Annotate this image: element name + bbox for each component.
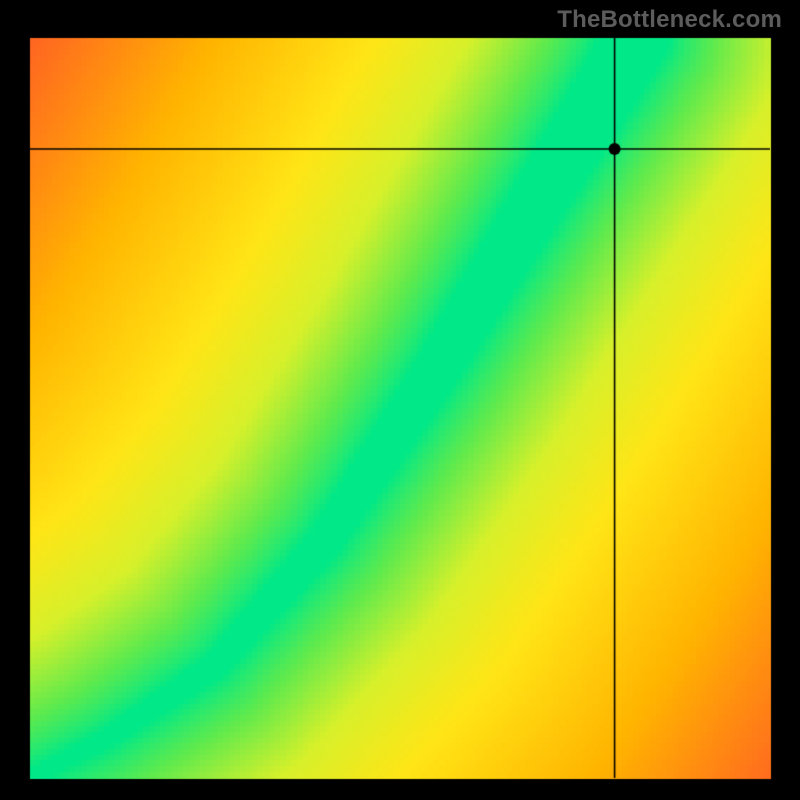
watermark-label: TheBottleneck.com: [557, 6, 782, 34]
chart-frame: TheBottleneck.com: [0, 0, 800, 800]
bottleneck-heatmap-canvas: [0, 0, 800, 800]
